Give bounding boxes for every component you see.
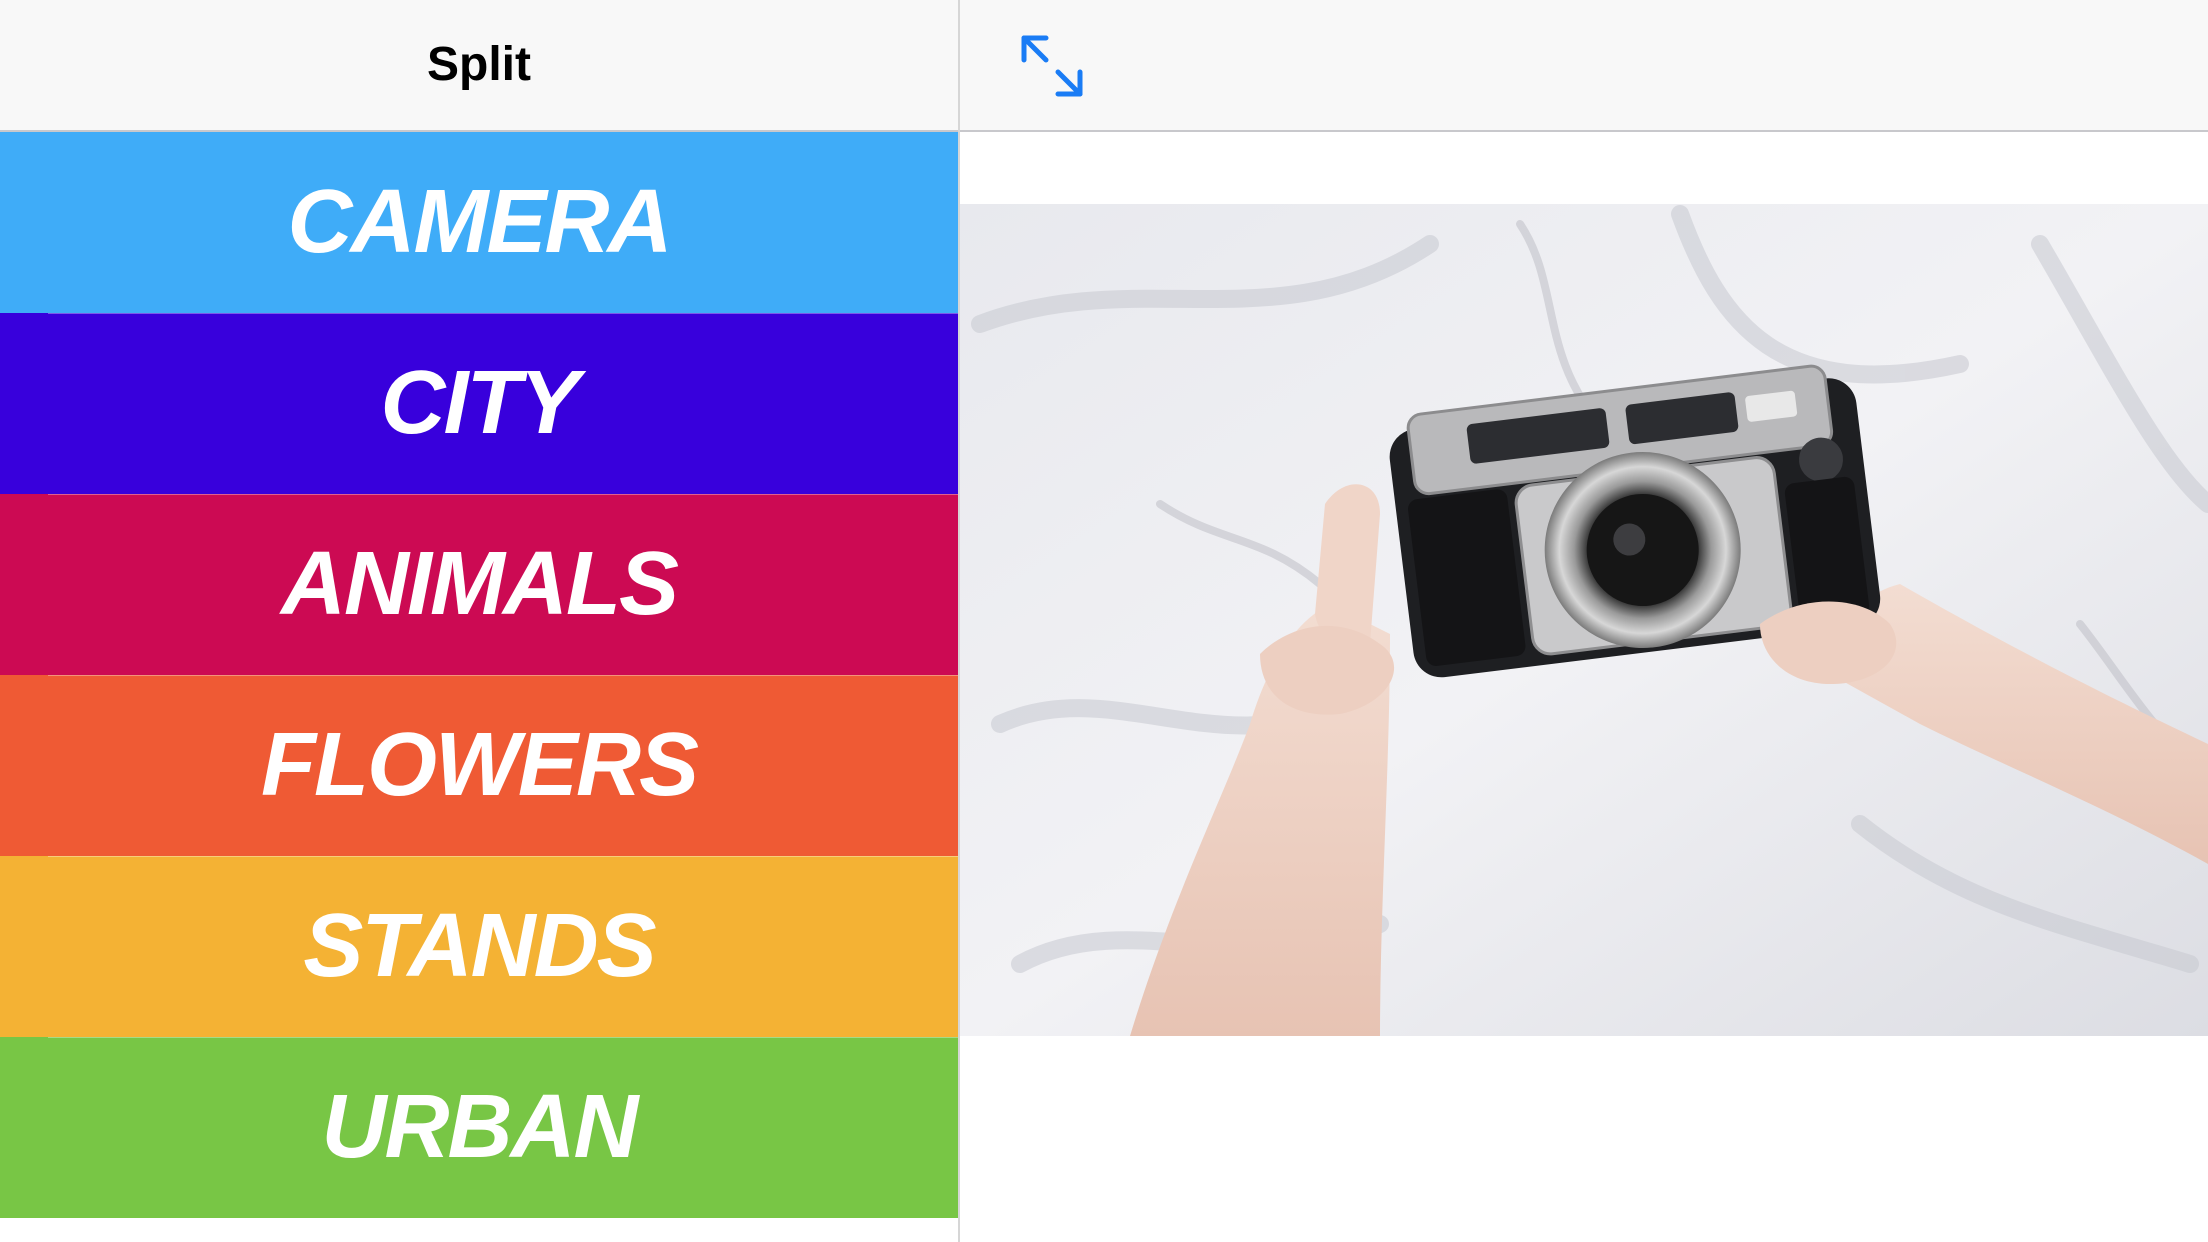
arrows-expand-icon[interactable]	[1016, 30, 1088, 102]
category-label: URBAN	[321, 1077, 639, 1177]
category-row-animals[interactable]: ANIMALS	[0, 494, 958, 675]
category-label: CAMERA	[287, 172, 673, 272]
nav-title: Split	[427, 38, 531, 91]
category-label: ANIMALS	[281, 534, 679, 634]
category-row-flowers[interactable]: FLOWERS	[0, 675, 958, 856]
category-row-city[interactable]: CITY	[0, 313, 958, 494]
detail-navbar	[960, 0, 2208, 132]
master-navbar: Split	[0, 0, 958, 132]
category-row-stands[interactable]: STANDS	[0, 856, 958, 1037]
category-label: CITY	[380, 353, 579, 453]
category-label: FLOWERS	[261, 715, 699, 815]
category-row-camera[interactable]: CAMERA	[0, 132, 958, 313]
category-row-urban[interactable]: URBAN	[0, 1037, 958, 1218]
detail-pane	[960, 0, 2208, 1242]
master-pane: Split CAMERA CITY ANIMALS FLOWERS STANDS…	[0, 0, 960, 1242]
category-list: CAMERA CITY ANIMALS FLOWERS STANDS URBAN	[0, 132, 958, 1218]
camera-in-hands-photo	[960, 204, 2208, 1036]
category-label: STANDS	[303, 896, 656, 996]
